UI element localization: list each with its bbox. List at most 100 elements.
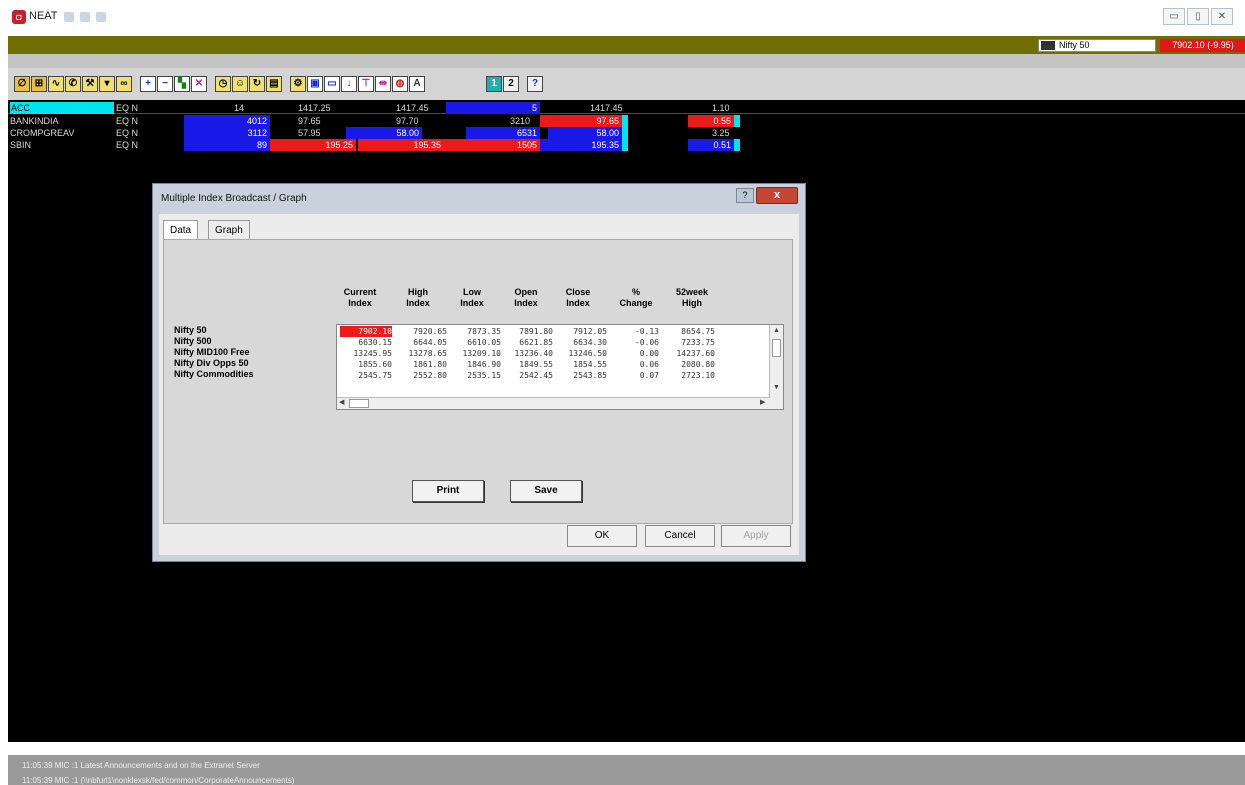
help-button[interactable]: ? (527, 76, 543, 92)
tab-data[interactable]: Data (163, 220, 199, 239)
grid-cell: 1846.90 (467, 360, 501, 369)
scroll-thumb[interactable] (349, 399, 369, 408)
adjust-icon[interactable]: ⇹ (375, 76, 391, 92)
plus-icon[interactable]: + (140, 76, 156, 92)
grid-cell: 6610.05 (467, 338, 501, 347)
grid-cell: 0.00 (639, 349, 659, 358)
alert-icon[interactable]: ◍ (392, 76, 408, 92)
app-logo-icon: ◘ (12, 10, 26, 24)
cancel-button[interactable]: Cancel (645, 525, 715, 547)
scroll-left-icon[interactable]: ◀ (339, 398, 344, 408)
portfolio-icon[interactable]: ▚ (174, 76, 190, 92)
apply-button[interactable]: Apply (721, 525, 791, 547)
index-select-value: Nifty 50 (1059, 40, 1090, 50)
dialog-help-button[interactable]: ? (736, 188, 754, 203)
ok-button[interactable]: OK (567, 525, 637, 547)
series-cell: EQ N (116, 140, 139, 150)
save-icon[interactable]: ▣ (307, 76, 323, 92)
grid-cell: 2535.15 (467, 371, 501, 380)
buy-price-cell: 57.95 (298, 128, 321, 138)
window-icon[interactable]: ▭ (324, 76, 340, 92)
scroll-thumb[interactable] (772, 339, 781, 357)
scroll-up-icon[interactable]: ▲ (773, 326, 780, 336)
watch-row[interactable]: CROMPGREAV EQ N 3112 57.95 58.00 6531 58… (8, 127, 1245, 139)
download-icon[interactable]: ↓ (341, 76, 357, 92)
quick-access-icon[interactable] (80, 12, 90, 22)
ltp-cell: 97.65 (540, 115, 622, 127)
title-bar: ◘ NEAT ▭ ▯ ✕ (0, 0, 1245, 36)
tick-indicator (734, 139, 740, 151)
grid-cell: 2542.45 (519, 371, 553, 380)
watch-icon[interactable]: ⊞ (31, 76, 47, 92)
grid-cell: 6630.15 (358, 338, 392, 347)
page-1-button[interactable]: 1 (486, 76, 502, 92)
sell-qty-cell: 1505 (444, 139, 540, 151)
grid-cell: 6621.85 (519, 338, 553, 347)
minus-icon[interactable]: − (157, 76, 173, 92)
grid-cell: 13209.10 (462, 349, 501, 358)
pin-icon[interactable]: ⊤ (358, 76, 374, 92)
watch-row[interactable]: ACC EQ N 14 1417.25 1417.45 5 1417.45 1.… (8, 102, 1245, 114)
filter-icon[interactable]: ▾ (99, 76, 115, 92)
status-bar: 11:05:39 MIC :1 Latest Announcements and… (8, 755, 1245, 785)
timer-icon[interactable]: ◷ (215, 76, 231, 92)
index-name: Nifty 500 (174, 336, 212, 346)
tab-graph[interactable]: Graph (208, 220, 250, 239)
cancel-order-icon[interactable]: ✕ (191, 76, 207, 92)
tool-icon[interactable]: ⚒ (82, 76, 98, 92)
print-button[interactable]: Print (412, 480, 484, 502)
index-bar: Nifty 50 7902.10 (-9.95) (8, 36, 1245, 54)
horizontal-scrollbar[interactable]: ◀ ▶ (337, 397, 770, 409)
chart-icon[interactable]: ∿ (48, 76, 64, 92)
dialog-close-button[interactable]: x (756, 187, 798, 204)
grid-cell: -0.06 (634, 338, 659, 347)
report-icon[interactable]: ▤ (266, 76, 282, 92)
buy-price-cell: 195.25 (270, 139, 356, 151)
minimize-icon[interactable]: ▭ (1163, 8, 1185, 25)
page-2-button[interactable]: 2 (503, 76, 519, 92)
index-select[interactable]: Nifty 50 (1038, 39, 1156, 52)
font-icon[interactable]: A (409, 76, 425, 92)
tick-indicator (734, 115, 740, 127)
status-message: 11:05:39 MIC :1 Latest Announcements and… (22, 761, 260, 770)
phone-icon[interactable]: ✆ (65, 76, 81, 92)
user-icon[interactable]: ☺ (232, 76, 248, 92)
grid-cell: 1849.55 (519, 360, 553, 369)
watch-row[interactable]: SBIN EQ N 89 195.25 195.35 1505 195.35 0… (8, 139, 1245, 151)
save-button[interactable]: Save (510, 480, 582, 502)
maximize-icon[interactable]: ▯ (1187, 8, 1209, 25)
grid-cell: 1854.55 (573, 360, 607, 369)
index-data-grid[interactable]: 7902.10 7920.65 7873.35 7891.80 7912.05 -0.13… (336, 324, 784, 410)
close-icon[interactable]: ✕ (1211, 8, 1233, 25)
grid-cell: 2080.80 (681, 360, 715, 369)
grid-cell: 2552.80 (413, 371, 447, 380)
grid-cell: 0.07 (639, 371, 659, 380)
symbol-cell: ACC (10, 102, 114, 114)
column-header: High Index (406, 287, 430, 308)
grid-cell: 0.06 (639, 360, 659, 369)
grid-cell: 1855.60 (358, 360, 392, 369)
grid-cell: 2723.10 (681, 371, 715, 380)
binoculars-icon[interactable]: ∞ (116, 76, 132, 92)
scroll-right-icon[interactable]: ▶ (760, 398, 765, 408)
ltp-cell: 1417.45 (590, 103, 623, 113)
grid-cell: 7233.75 (681, 338, 715, 347)
symbol-cell: BANKINDIA (10, 116, 59, 126)
scroll-down-icon[interactable]: ▼ (773, 383, 780, 393)
symbol-cell: CROMPGREAV (10, 128, 75, 138)
watch-row[interactable]: BANKINDIA EQ N 4012 97.65 97.70 3210 97.… (8, 115, 1245, 127)
column-header: Close Index (565, 287, 591, 308)
buy-price-cell: 97.65 (298, 116, 321, 126)
toolbar: ∅ ⊞ ∿ ✆ ⚒ ▾ ∞ + − ▚ ✕ ◷ ☺ ↻ ▤ ⚙ ▣ ▭ ↓ ⊤ … (8, 68, 1245, 100)
refresh-icon[interactable]: ↻ (249, 76, 265, 92)
index-name: Nifty MID100 Free (174, 347, 250, 357)
quick-access-icon[interactable] (64, 12, 74, 22)
index-value: 7902.10 (-9.95) (1160, 39, 1245, 52)
settings-icon[interactable]: ⚙ (290, 76, 306, 92)
column-header: 52week High (675, 287, 709, 308)
quick-access-icon[interactable] (96, 12, 106, 22)
spin-arrows-icon[interactable] (1041, 41, 1055, 50)
data-tab-panel: Current Index High Index Low Index Open Inde… (163, 239, 793, 524)
vertical-scrollbar[interactable]: ▲ ▼ (769, 325, 783, 409)
order-icon[interactable]: ∅ (14, 76, 30, 92)
